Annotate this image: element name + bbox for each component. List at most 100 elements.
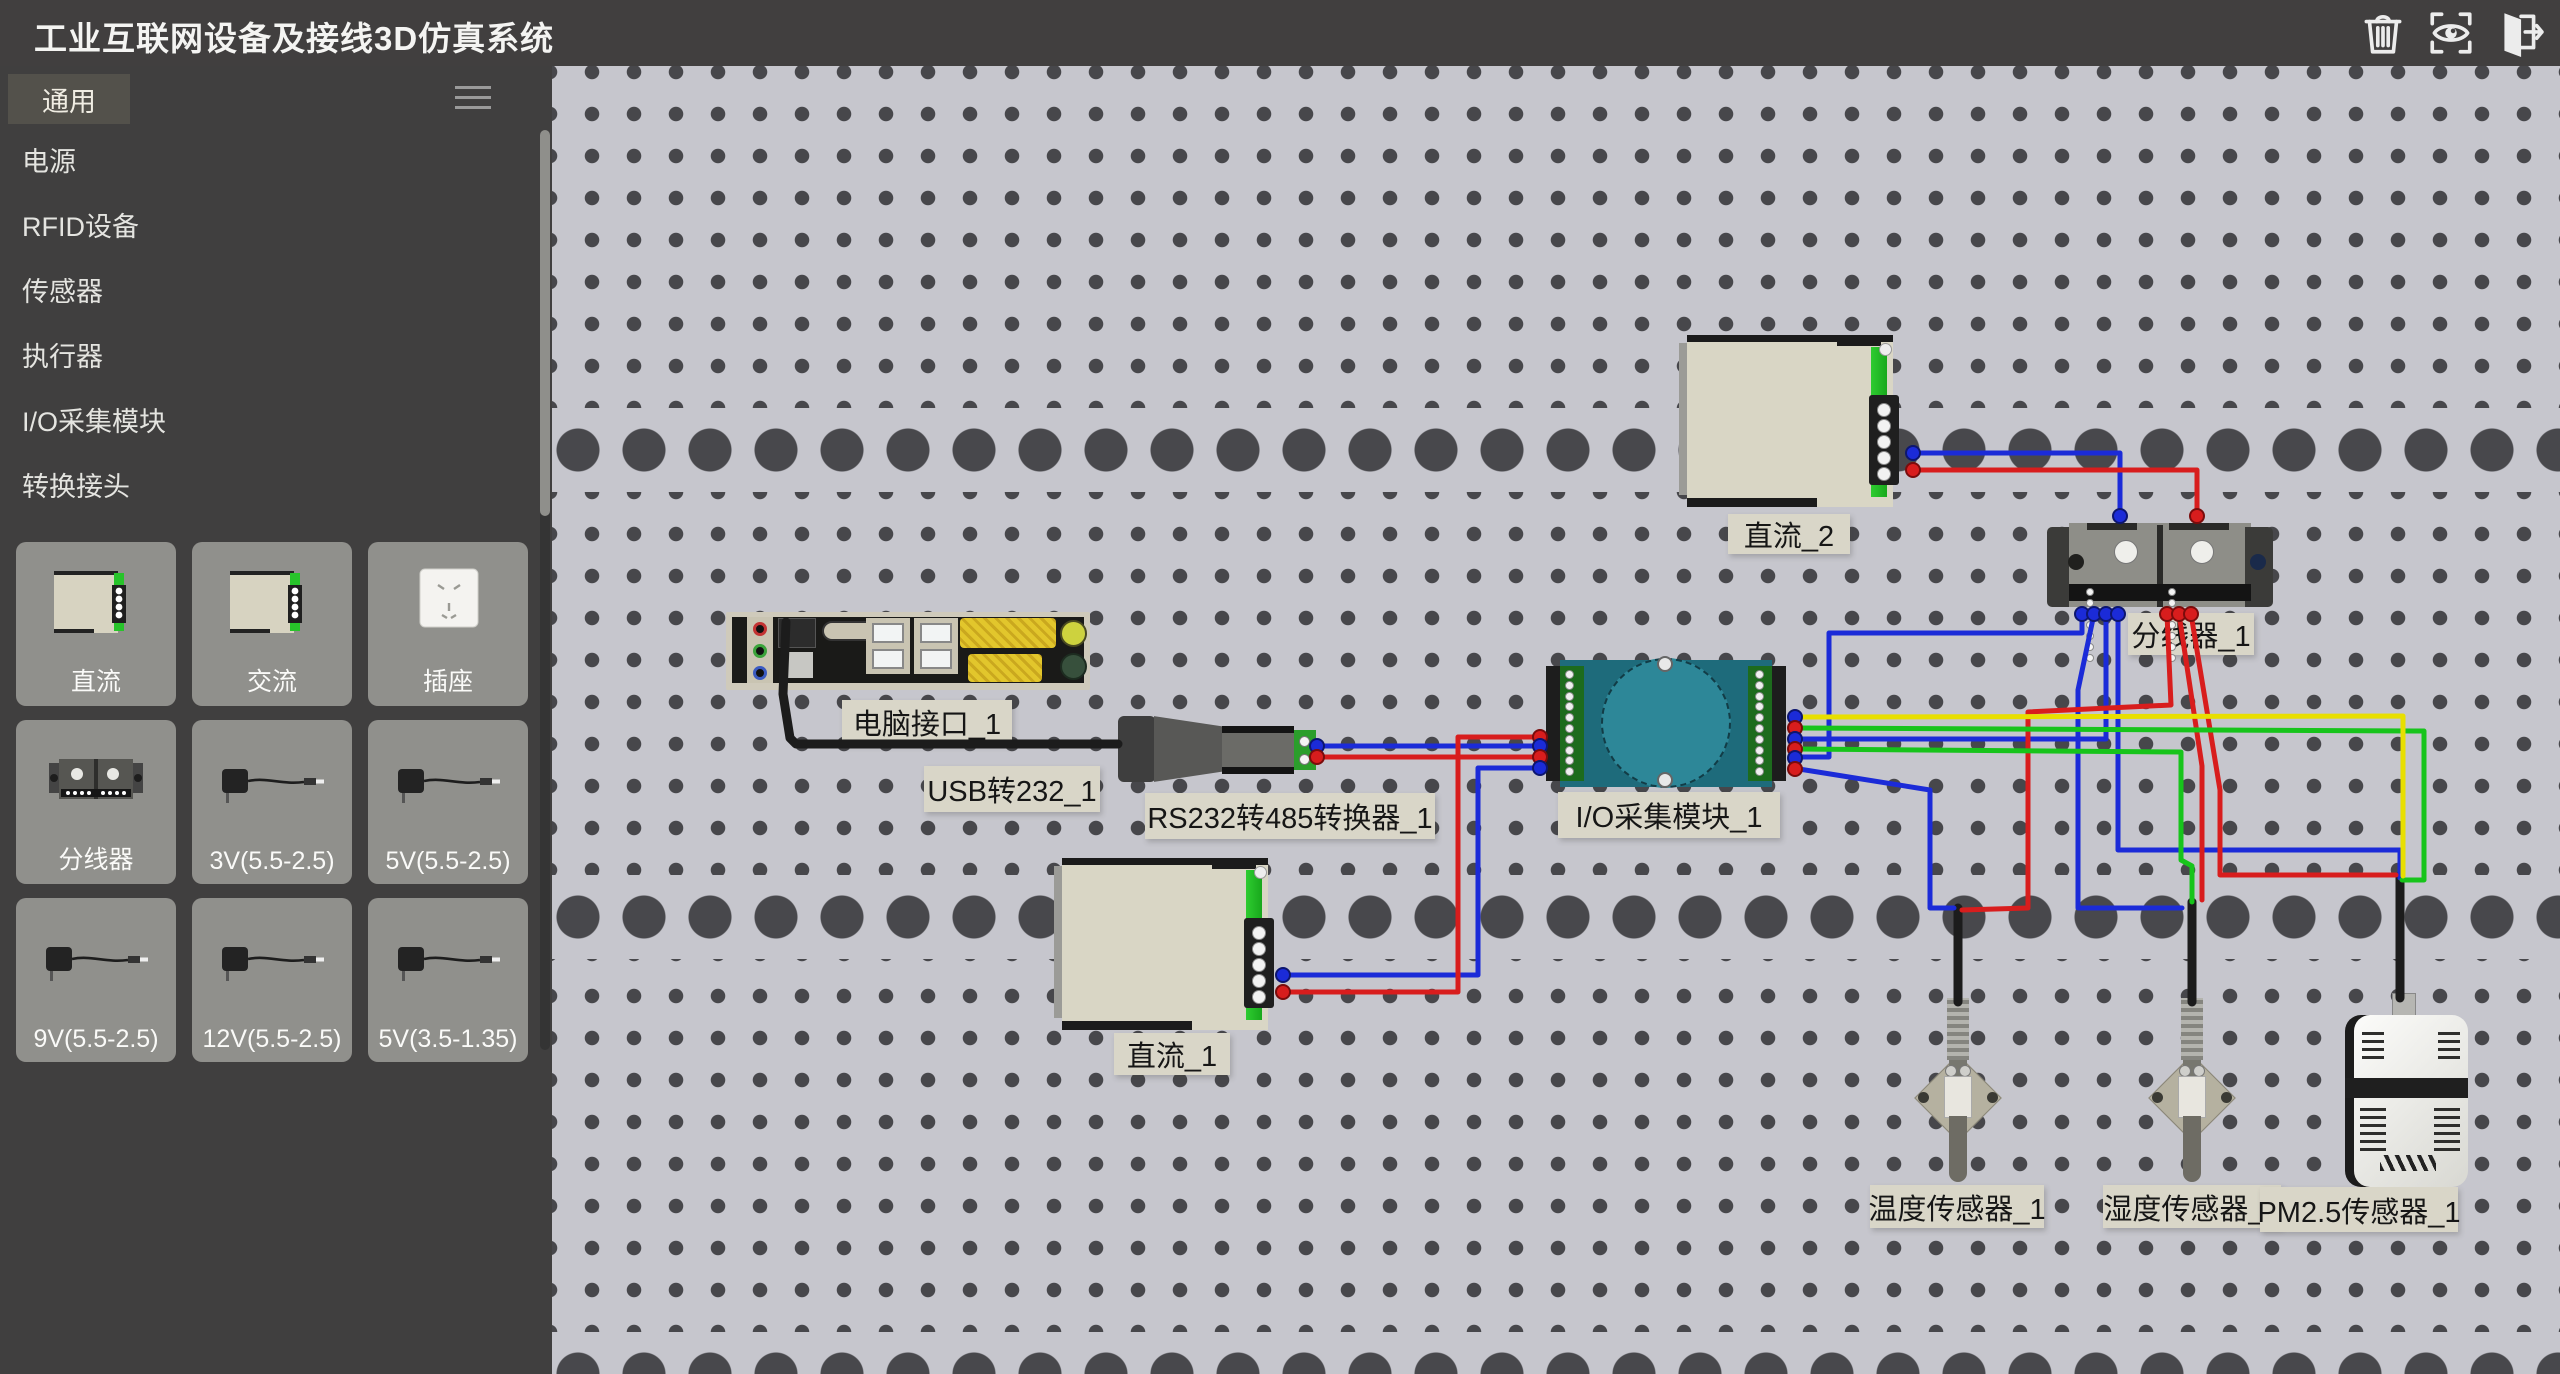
power-adapter-icon — [388, 923, 508, 1001]
splitter-hole — [2250, 554, 2266, 570]
rs232-hood — [1118, 716, 1156, 782]
view-eye-icon[interactable] — [2424, 6, 2478, 60]
terminal-dot — [1755, 692, 1764, 701]
terminal-dot — [2086, 610, 2094, 618]
sensor-probe — [1949, 1116, 1967, 1182]
dc-side-shadow — [1679, 343, 1687, 495]
splitter-notch — [2087, 523, 2137, 530]
palette-item-插座[interactable]: 插座 — [368, 542, 528, 706]
sensor-clamp — [1944, 1076, 1972, 1118]
exit-icon[interactable] — [2492, 6, 2546, 60]
splitter-notch — [2169, 523, 2229, 530]
palette-item-label: 9V(5.5-2.5) — [33, 1025, 158, 1054]
terminal-dot — [2086, 588, 2094, 596]
splitter-knob — [2114, 540, 2138, 564]
audio-jack-blue — [753, 666, 767, 680]
sensor-clamp — [2178, 1076, 2206, 1118]
terminal-dot — [2168, 632, 2176, 640]
terminal-dot — [1565, 735, 1574, 744]
sidebar-item-5[interactable]: 转换接头 — [0, 455, 540, 520]
terminal-dot — [1252, 958, 1266, 972]
sidebar-scrollbar[interactable] — [540, 130, 550, 1050]
terminal-dot — [1565, 692, 1574, 701]
usb-slot — [872, 623, 904, 643]
app-window: 工业互联网设备及接线3D仿真系统 — [0, 0, 2560, 1374]
power-adapter-icon — [36, 923, 156, 1001]
audio-jack-red — [753, 622, 767, 636]
category-menu: 电源RFID设备传感器执行器I/O采集模块转换接头 — [0, 130, 540, 520]
palette-item-直流[interactable]: 直流 — [16, 542, 176, 706]
serial-port-label-2 — [968, 654, 1042, 682]
canvas-3d-viewport[interactable]: 直流_2直流_1电脑接口_1USB转232_1RS232转485转换器_1I/O… — [552, 66, 2560, 1374]
splitter-1[interactable] — [2047, 523, 2273, 607]
trash-icon[interactable] — [2356, 6, 2410, 60]
terminal-dot — [1755, 735, 1764, 744]
sidebar-item-4[interactable]: I/O采集模块 — [0, 390, 540, 455]
io-screw — [1657, 656, 1673, 672]
palette-item-交流[interactable]: 交流 — [192, 542, 352, 706]
palette-item-分线器[interactable]: 分线器 — [16, 720, 176, 884]
io-module-1[interactable] — [1546, 660, 1786, 787]
terminal-dot — [1877, 451, 1891, 465]
v1 — [2362, 1029, 2384, 1059]
terminal-dot — [2168, 610, 2176, 618]
io-left-rail — [1546, 666, 1560, 781]
terminal-dot — [1877, 435, 1891, 449]
power-board-icon — [224, 563, 320, 641]
computer-interface-1[interactable] — [726, 612, 1090, 690]
dc-board — [1687, 335, 1893, 507]
terminal-dot — [1877, 419, 1891, 433]
io-right-rail — [1772, 666, 1786, 781]
audio-jack-green — [753, 644, 767, 658]
terminal-dot — [2168, 654, 2176, 662]
terminal-dot — [2086, 643, 2094, 651]
dc-module-1[interactable] — [1062, 858, 1268, 1030]
pm25-band — [2345, 1078, 2468, 1098]
tab-general[interactable]: 通用 — [8, 74, 130, 124]
terminal-dot — [1252, 942, 1266, 956]
pm25-sensor-1[interactable] — [2338, 993, 2475, 1193]
palette-item-label: 插座 — [423, 662, 473, 698]
terminal-dot — [2086, 632, 2094, 640]
palette-item-5V(5.5-2.5)[interactable]: 5V(5.5-2.5) — [368, 720, 528, 884]
terminal-dot — [2168, 588, 2176, 596]
terminal-dot — [1877, 467, 1891, 481]
v2 — [2438, 1029, 2460, 1059]
top-bar: 工业互联网设备及接线3D仿真系统 — [0, 0, 2560, 66]
power-adapter-icon — [388, 745, 508, 823]
terminal-dot — [1565, 746, 1574, 755]
h1 — [2380, 1155, 2436, 1171]
usb-to-232-1[interactable] — [1118, 714, 1318, 784]
power-adapter-icon — [212, 923, 332, 1001]
power-adapter-icon — [212, 745, 332, 823]
palette-item-label: 5V(5.5-2.5) — [385, 847, 510, 876]
terminal-dot — [1755, 746, 1764, 755]
mount-hole — [2221, 1092, 2232, 1103]
palette-item-3V(5.5-2.5)[interactable]: 3V(5.5-2.5) — [192, 720, 352, 884]
sidebar-item-2[interactable]: 传感器 — [0, 260, 540, 325]
round-connector-green — [1060, 653, 1087, 680]
splitter-terminal-strip — [2069, 584, 2251, 601]
terminal-dot — [2168, 621, 2176, 629]
palette-item-9V(5.5-2.5)[interactable]: 9V(5.5-2.5) — [16, 898, 176, 1062]
sidebar-item-3[interactable]: 执行器 — [0, 325, 540, 390]
dc-notch — [1837, 335, 1881, 346]
sidebar-item-0[interactable]: 电源 — [0, 130, 540, 195]
terminal-dot — [1565, 681, 1574, 690]
terminal-dot — [1565, 724, 1574, 733]
palette-item-5V(3.5-1.35)[interactable]: 5V(3.5-1.35) — [368, 898, 528, 1062]
dc-module-2[interactable] — [1687, 335, 1893, 507]
palette-item-label: 直流 — [71, 662, 121, 698]
terminal-dot — [1565, 670, 1574, 679]
sidebar-item-1[interactable]: RFID设备 — [0, 195, 540, 260]
terminal-dot — [2086, 621, 2094, 629]
dc-screw — [1254, 866, 1267, 879]
rs232-shell — [1154, 714, 1224, 784]
dc-side-shadow — [1054, 866, 1062, 1018]
scrollbar-thumb[interactable] — [540, 130, 550, 516]
terminal-dot — [1252, 990, 1266, 1004]
mount-hole — [2152, 1092, 2163, 1103]
dc-screw — [1879, 343, 1892, 356]
palette-item-12V(5.5-2.5)[interactable]: 12V(5.5-2.5) — [192, 898, 352, 1062]
hamburger-menu-icon[interactable] — [455, 86, 491, 112]
